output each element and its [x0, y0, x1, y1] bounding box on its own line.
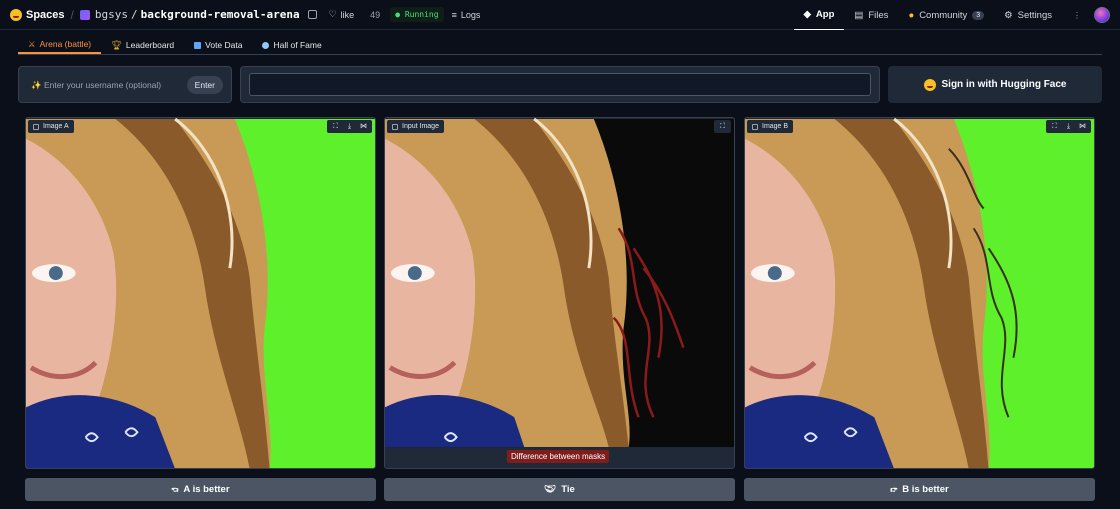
handshake-icon: 🤝︎: [544, 484, 557, 495]
input-image-toolbar: ⛶: [714, 120, 731, 133]
vote-b-label: B is better: [902, 484, 949, 495]
pointing-right-icon: 👉︎: [890, 484, 898, 495]
download-icon[interactable]: ⤓: [1064, 122, 1073, 131]
logs-button[interactable]: ≡ Logs: [452, 10, 481, 20]
nav-files-label: Files: [868, 9, 889, 21]
space-nav: ◆ App ▤ Files ● Community 3 ⚙ Settings ⋮: [793, 0, 1110, 30]
username-input[interactable]: [31, 79, 187, 90]
repo-slash: /: [131, 8, 138, 21]
repo-path: bgsys / background-removal-arena: [79, 8, 317, 21]
image-b: [745, 118, 1094, 468]
image-b-panel: Image B ⛶ ⤓ ⋈: [744, 117, 1095, 469]
message-box: [240, 66, 880, 103]
vote-a-label: A is better: [183, 484, 230, 495]
swords-icon: ⚔: [28, 38, 36, 49]
vote-tie-label: Tie: [561, 484, 575, 495]
input-image-label-chip: Input Image: [387, 120, 444, 133]
enter-button[interactable]: Enter: [186, 75, 223, 94]
image-icon: [752, 123, 758, 130]
image-a-label: Image A: [43, 123, 69, 130]
nav-files[interactable]: ▤ Files: [844, 0, 898, 30]
more-options-icon[interactable]: ⋮: [1070, 8, 1084, 22]
vote-a-better-button[interactable]: 👈︎ A is better: [25, 478, 376, 501]
bar-chart-icon: [194, 41, 202, 49]
repo-owner[interactable]: bgsys: [95, 8, 128, 21]
files-icon: ▤: [854, 9, 864, 21]
like-label: like: [340, 9, 355, 20]
repo-name[interactable]: background-removal-arena: [141, 8, 300, 21]
tab-leaderboard-label: Leaderboard: [125, 40, 175, 50]
pointing-left-icon: 👈︎: [171, 484, 179, 495]
logs-label: Logs: [460, 9, 481, 20]
sign-in-button[interactable]: Sign in with Hugging Face: [888, 66, 1102, 103]
trophy-icon: 🏆︎: [111, 39, 122, 50]
nav-app[interactable]: ◆ App: [793, 0, 845, 30]
hugging-face-logo-icon: [923, 78, 936, 91]
community-icon: ●: [908, 9, 915, 21]
nav-settings[interactable]: ⚙ Settings: [994, 0, 1062, 30]
tab-arena[interactable]: ⚔ Arena (battle): [18, 36, 102, 54]
tab-arena-label: Arena (battle): [39, 39, 92, 49]
gear-icon: ⚙: [1004, 9, 1013, 21]
spaces-brand[interactable]: Spaces: [10, 8, 65, 21]
like-count: 49: [370, 9, 381, 20]
nav-community-label: Community: [919, 9, 968, 21]
fullscreen-icon[interactable]: ⛶: [718, 122, 727, 131]
tab-leaderboard[interactable]: 🏆︎ Leaderboard: [101, 36, 184, 54]
nav-community[interactable]: ● Community 3: [898, 0, 994, 30]
input-image-label: Input Image: [402, 123, 439, 130]
image-b-toolbar: ⛶ ⤓ ⋈: [1046, 120, 1091, 133]
copy-icon[interactable]: [307, 10, 317, 19]
input-image-panel: Input Image ⛶ Difference between masks: [384, 117, 735, 469]
top-header: Spaces / bgsys / background-removal-aren…: [0, 0, 1120, 30]
like-button[interactable]: ♡ like 49: [329, 9, 381, 20]
org-avatar-icon: [79, 9, 90, 20]
image-b-label-chip: Image B: [747, 120, 794, 133]
status-label: Running: [404, 10, 439, 19]
nav-app-label: App: [815, 9, 835, 20]
image-a: [26, 118, 375, 468]
status-badge: ● Running: [390, 7, 444, 22]
tab-hall-of-fame-label: Hall of Fame: [273, 40, 322, 50]
tab-vote-data[interactable]: Vote Data: [184, 36, 252, 54]
message-field[interactable]: [249, 73, 871, 96]
share-icon[interactable]: ⋈: [1078, 122, 1087, 131]
username-box: Enter: [18, 66, 232, 103]
tab-hall-of-fame[interactable]: Hall of Fame: [252, 36, 331, 54]
hugging-face-logo-icon: [10, 8, 22, 21]
nav-settings-label: Settings: [1017, 9, 1052, 21]
fullscreen-icon[interactable]: ⛶: [1050, 122, 1059, 131]
image-a-toolbar: ⛶ ⤓ ⋈: [327, 120, 372, 133]
input-image: [385, 118, 734, 448]
user-avatar[interactable]: [1094, 7, 1110, 23]
logs-icon: ≡: [451, 9, 457, 20]
heart-icon: ♡: [328, 9, 337, 19]
mask-difference-caption: Difference between masks: [507, 450, 610, 463]
divider: /: [70, 7, 74, 22]
brand-label: Spaces: [26, 8, 65, 21]
fullscreen-icon[interactable]: ⛶: [331, 122, 340, 131]
vote-b-better-button[interactable]: 👉︎ B is better: [744, 478, 1095, 501]
status-dot-icon: ●: [395, 10, 401, 19]
app-icon: ◆: [803, 9, 811, 20]
sign-in-label: Sign in with Hugging Face: [941, 79, 1067, 90]
image-icon: [392, 123, 398, 130]
arena-tabs: ⚔ Arena (battle) 🏆︎ Leaderboard Vote Dat…: [18, 36, 1102, 55]
people-icon: [262, 41, 270, 49]
download-icon[interactable]: ⤓: [345, 122, 354, 131]
image-icon: [33, 123, 39, 130]
share-icon[interactable]: ⋈: [359, 122, 368, 131]
community-count-badge: 3: [972, 10, 985, 20]
image-b-label: Image B: [762, 123, 789, 130]
image-a-label-chip: Image A: [28, 120, 74, 133]
vote-tie-button[interactable]: 🤝︎ Tie: [384, 478, 735, 501]
tab-vote-data-label: Vote Data: [205, 40, 243, 50]
image-a-panel: Image A ⛶ ⤓ ⋈: [25, 117, 376, 469]
